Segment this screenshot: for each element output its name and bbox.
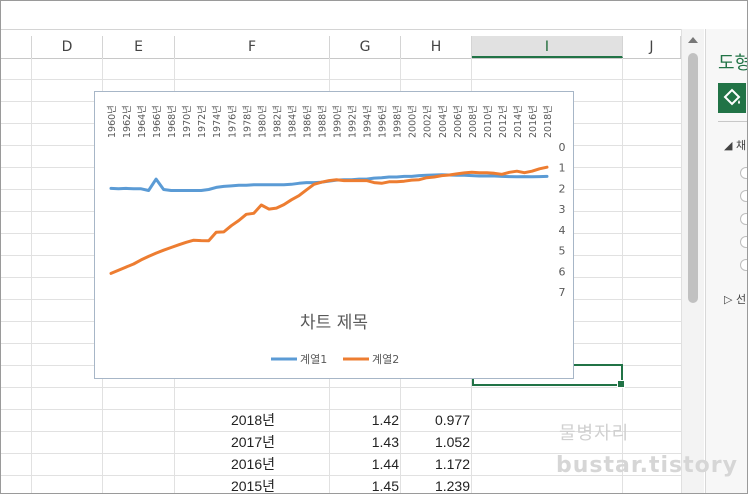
cell-series1[interactable]: 1.43 [330,431,399,453]
grid-line [1,387,681,388]
x-tick-label: 1984년 [287,105,298,138]
series-line-2[interactable] [109,165,549,275]
column-header-row: D E F G H I J [1,36,681,59]
triangle-expand-icon: ▷ [724,293,736,306]
cell-series2[interactable]: 1.052 [401,431,470,453]
y-tick-label: 3 [559,203,566,216]
x-tick-label: 2014년 [513,105,524,138]
fill-option-radio[interactable] [740,190,747,202]
x-tick-label: 1972년 [197,105,208,138]
watermark-url: bustar.tistory [556,453,738,478]
fill-handle[interactable] [617,380,625,388]
fill-section-label: 채 [735,139,747,152]
x-tick-label: 1974년 [212,105,223,138]
cell-series1[interactable]: 1.44 [330,453,399,475]
spreadsheet-window: D E F G H I J 2018년 1.42 0.977 2017년 1.4… [0,0,748,494]
fill-option-radio[interactable] [740,259,747,271]
triangle-collapse-icon: ◢ [724,139,736,152]
column-header-d[interactable]: D [32,36,103,58]
chart-title[interactable]: 차트 제목 [300,313,368,333]
y-tick-label: 0 [559,141,566,154]
column-header-g[interactable]: G [330,36,401,58]
x-tick-label: 1978년 [242,105,253,138]
series-line-1[interactable] [109,173,549,192]
line-chart: 1960년 1962년 1964년 1966년 1968년 1970년 1972년 1974년… [107,105,566,366]
fill-line-tab[interactable] [718,83,746,113]
x-tick-label: 2012년 [498,105,509,138]
column-header-i[interactable]: I [472,36,623,58]
x-tick-label: 1988년 [317,105,328,138]
fill-option-radio[interactable] [740,236,747,248]
watermark-text: 물병자리 [559,423,630,444]
grid-line [1,79,681,80]
x-tick-label: 1966년 [152,105,163,138]
chart-legend[interactable]: 계열1 계열2 [271,353,399,366]
column-header-h[interactable]: H [401,36,472,58]
cell-series2[interactable]: 1.172 [401,453,470,475]
x-tick-label: 2006년 [453,105,464,138]
paint-bucket-icon [723,88,741,106]
x-tick-label: 1960년 [107,105,118,138]
divider [718,121,747,122]
x-tick-label: 1990년 [333,105,344,138]
x-tick-label: 1996년 [378,105,389,138]
column-header-e[interactable]: E [103,36,175,58]
cell-series1[interactable]: 1.42 [330,409,399,431]
cell-year[interactable]: 2016년 [175,453,275,475]
x-tick-label: 1994년 [363,105,374,138]
fill-option-radio[interactable] [740,213,747,225]
cell-year[interactable]: 2018년 [175,409,275,431]
y-tick-label: 4 [559,224,566,237]
x-tick-label: 1982년 [272,105,283,138]
cell-series2[interactable]: 0.977 [401,409,470,431]
x-tick-label: 1964년 [137,105,148,138]
cell-series2[interactable]: 1.239 [401,475,470,493]
cell-series1[interactable]: 1.45 [330,475,399,493]
x-tick-label: 1992년 [348,105,359,138]
column-header-f[interactable]: F [175,36,330,58]
legend-label-series2: 계열2 [372,353,399,366]
line-section-header[interactable]: ▷ 선 [724,291,746,307]
x-tick-label: 2010년 [483,105,494,138]
legend-label-series1: 계열1 [300,353,327,366]
cell-year[interactable]: 2015년 [175,475,275,493]
x-tick-label: 2004년 [438,105,449,138]
x-tick-label: 2008년 [468,105,479,138]
y-tick-label: 6 [559,265,566,278]
pane-title: 도형 [718,53,748,74]
y-tick-label: 2 [559,182,566,195]
vertical-scrollbar[interactable] [681,29,704,493]
x-tick-label: 2000년 [408,105,419,138]
y-tick-label: 5 [559,245,566,258]
chart-object[interactable]: 1960년 1962년 1964년 1966년 1968년 1970년 1972년 1974년… [94,91,574,379]
ribbon-edge [1,1,681,30]
x-tick-label: 2018년 [543,105,554,138]
column-header-c[interactable] [1,36,32,58]
x-tick-label: 2016년 [528,105,539,138]
scroll-up-icon[interactable] [688,37,698,43]
format-shape-pane: 도형 ◢ 채 ▷ 선 [705,29,748,493]
cell-year[interactable]: 2017년 [175,431,275,453]
x-tick-label: 1986년 [302,105,313,138]
line-section-label: 선 [735,293,747,306]
x-tick-label: 1970년 [182,105,193,138]
column-header-j[interactable]: J [623,36,681,58]
fill-option-radio[interactable] [740,167,747,179]
x-tick-label: 1976년 [227,105,238,138]
scrollbar-thumb[interactable] [688,53,698,303]
x-tick-label: 1968년 [167,105,178,138]
x-tick-label: 1998년 [393,105,404,138]
x-tick-label: 1962년 [122,105,133,138]
fill-section-header[interactable]: ◢ 채 [724,137,746,153]
x-tick-label: 2002년 [423,105,434,138]
y-tick-label: 7 [559,286,566,299]
y-tick-label: 1 [559,162,566,175]
x-tick-label: 1980년 [257,105,268,138]
